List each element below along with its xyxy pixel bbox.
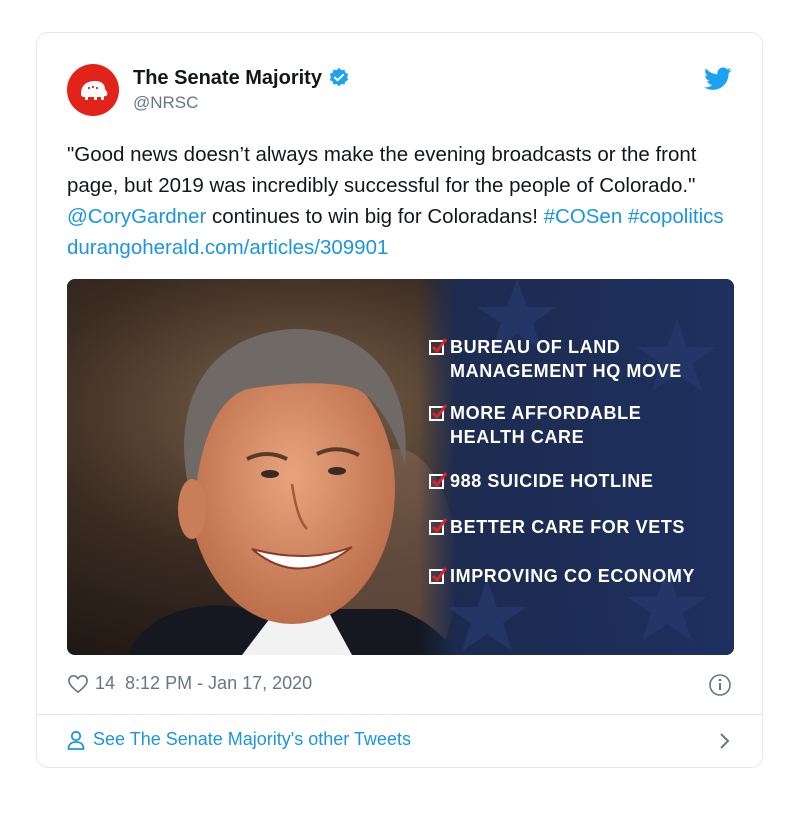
checkbox-checked-icon <box>429 404 447 421</box>
checklist-label: BUREAU OF LAND MANAGEMENT HQ MOVE <box>450 337 682 381</box>
checklist-item: IMPROVING CO ECONOMY <box>429 564 720 588</box>
hashtag-copolitics[interactable]: #copolitics <box>628 205 724 228</box>
checklist-label: BETTER CARE FOR VETS <box>450 517 686 537</box>
checklist-label: 988 SUICIDE HOTLINE <box>450 471 654 491</box>
author-handle[interactable]: @NRSC <box>133 93 350 113</box>
nrsc-avatar[interactable] <box>67 64 119 116</box>
see-other-tweets-label[interactable]: See The Senate Majority's other Tweets <box>93 729 411 750</box>
checkbox-checked-icon <box>429 472 447 489</box>
checkbox-checked-icon <box>429 567 447 584</box>
tweet-body-text: continues to win big for Coloradans! <box>206 205 544 228</box>
checklist-label: IMPROVING CO ECONOMY <box>450 566 696 586</box>
embedded-tweet-card: The Senate Majority @NRSC "Good news doe… <box>36 32 763 768</box>
article-link[interactable]: durangoherald.com/articles/309901 <box>67 236 388 259</box>
checklist-label: MORE AFFORDABLE HEALTH CARE <box>450 403 642 447</box>
verified-badge-icon <box>329 67 349 87</box>
hashtag-cosen[interactable]: #COSen <box>544 205 623 228</box>
elephant-logo-icon <box>81 81 108 100</box>
like-count: 14 <box>95 673 116 693</box>
tweet-media-image[interactable]: BUREAU OF LAND MANAGEMENT HQ MOVE MORE A… <box>67 279 734 655</box>
tweet-text: "Good news doesn’t always make the eveni… <box>67 139 747 263</box>
info-icon[interactable] <box>708 673 732 702</box>
twitter-bird-icon[interactable] <box>704 67 732 96</box>
tweet-timestamp[interactable]: 8:12 PM - Jan 17, 2020 <box>125 673 312 694</box>
author-display-name-row[interactable]: The Senate Majority <box>133 66 350 90</box>
see-other-tweets-link[interactable]: See The Senate Majority's other Tweets <box>67 729 732 750</box>
footer-divider <box>37 714 762 715</box>
checklist-item: 988 SUICIDE HOTLINE <box>429 469 720 493</box>
tweet-quote-text: "Good news doesn’t always make the eveni… <box>67 143 697 197</box>
mention-corygardner[interactable]: @CoryGardner <box>67 205 206 228</box>
checkbox-checked-icon <box>429 338 447 355</box>
heart-icon <box>68 674 88 693</box>
checklist-item: BUREAU OF LAND MANAGEMENT HQ MOVE <box>429 335 720 383</box>
author-display-name[interactable]: The Senate Majority <box>133 66 322 90</box>
like-button[interactable]: 14 <box>67 673 115 694</box>
person-icon <box>67 730 85 750</box>
author-info: The Senate Majority @NRSC <box>133 66 350 113</box>
checklist-item: BETTER CARE FOR VETS <box>429 515 720 539</box>
checkbox-checked-icon <box>429 518 447 535</box>
chevron-right-icon <box>720 733 730 749</box>
checklist-item: MORE AFFORDABLE HEALTH CARE <box>429 401 720 449</box>
tweet-meta: 14 8:12 PM - Jan 17, 2020 <box>67 673 312 694</box>
